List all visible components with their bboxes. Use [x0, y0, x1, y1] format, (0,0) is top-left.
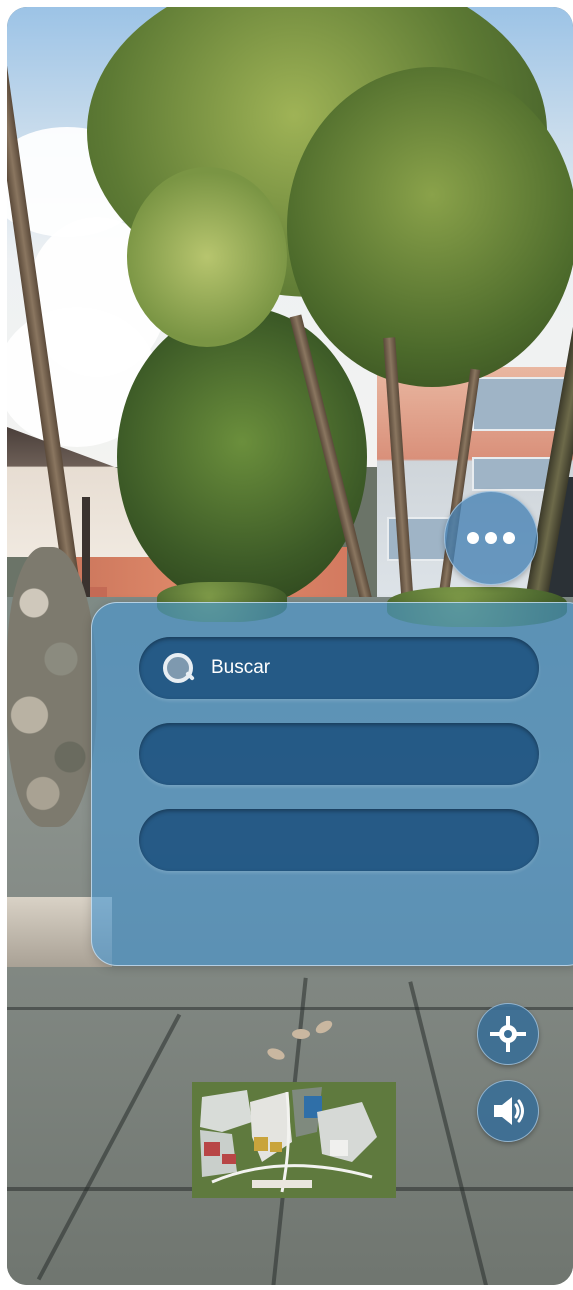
- locate-button[interactable]: [477, 1003, 539, 1065]
- speaker-icon: [494, 1097, 524, 1125]
- panel-option-button[interactable]: [139, 723, 539, 785]
- sound-button[interactable]: [477, 1080, 539, 1142]
- fallen-leaf: [292, 1029, 310, 1039]
- search-panel: Buscar: [91, 602, 573, 966]
- more-dots-icon: [485, 532, 497, 544]
- search-icon: [161, 651, 195, 685]
- more-menu-button[interactable]: [444, 491, 538, 585]
- minimap-thumbnail[interactable]: [192, 1082, 396, 1198]
- more-dots-icon: [467, 532, 479, 544]
- awning-post: [82, 497, 90, 597]
- campus-map-icon: [192, 1082, 396, 1198]
- virtual-tour-viewport[interactable]: Buscar: [7, 7, 573, 1285]
- crosshair-icon: [490, 1016, 526, 1052]
- search-field[interactable]: Buscar: [139, 637, 539, 699]
- tree-canopy: [287, 67, 573, 387]
- camouflage-sculpture: [7, 547, 97, 827]
- panel-option-button[interactable]: [139, 809, 539, 871]
- more-dots-icon: [503, 532, 515, 544]
- search-label: Buscar: [211, 657, 271, 678]
- tree-canopy: [127, 167, 287, 347]
